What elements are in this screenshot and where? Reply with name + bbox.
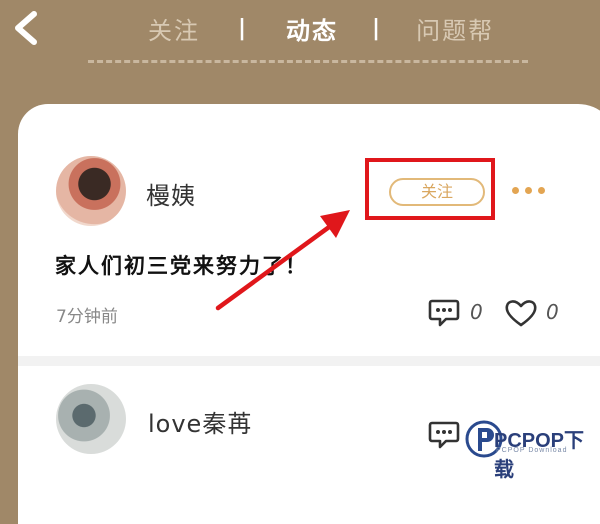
top-bar: 关注 | 动态 | 问题帮 — [0, 0, 600, 100]
post-username[interactable]: love秦苒 — [148, 404, 252, 439]
more-options-icon[interactable] — [512, 180, 552, 200]
post-timestamp: 7分钟前 — [56, 307, 118, 327]
annotation-highlight-box — [365, 158, 495, 220]
avatar[interactable] — [56, 384, 126, 454]
avatar[interactable] — [56, 156, 126, 226]
tab-feed[interactable]: 动态 — [286, 11, 338, 46]
heart-icon[interactable] — [504, 298, 538, 328]
tab-separator: | — [372, 15, 383, 41]
like-count: 0 — [546, 300, 559, 324]
tab-separator: | — [238, 15, 249, 41]
post-text: 家人们初三党来努力了！ — [55, 254, 308, 278]
comment-count: 0 — [470, 300, 483, 324]
post-divider — [18, 356, 600, 366]
header-divider — [88, 60, 528, 63]
tab-following[interactable]: 关注 — [148, 11, 200, 46]
comment-icon[interactable] — [428, 298, 460, 328]
feed-tabs: 关注 | 动态 | 问题帮 — [148, 10, 508, 46]
post-username[interactable]: 槾姨 — [146, 176, 196, 211]
back-arrow-icon[interactable] — [6, 8, 46, 48]
watermark-subtitle: PCPOP Download — [496, 447, 568, 454]
tab-help[interactable]: 问题帮 — [416, 11, 494, 46]
comment-icon[interactable] — [428, 420, 460, 450]
